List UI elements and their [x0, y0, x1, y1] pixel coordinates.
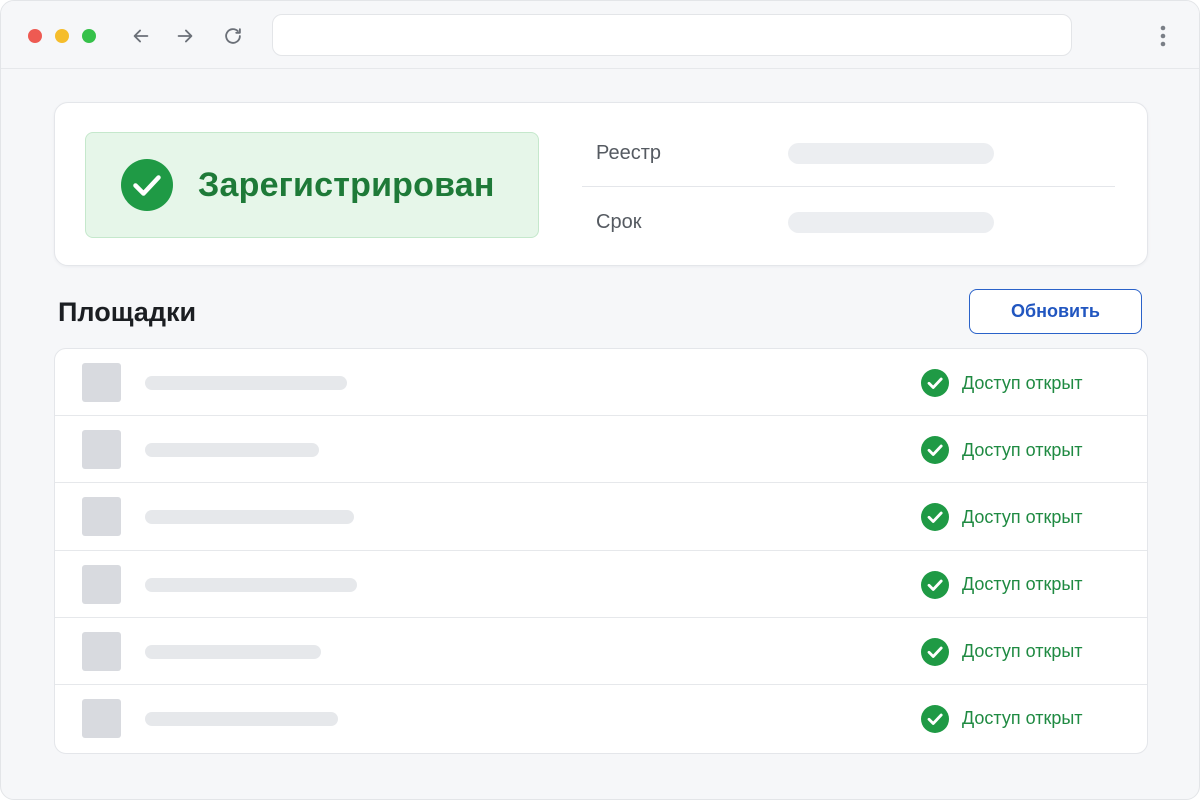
platforms-section-title: Площадки [58, 297, 197, 327]
arrow-right-icon [177, 29, 193, 43]
platform-logo-placeholder [82, 631, 121, 671]
list-item[interactable]: Доступ открыт [55, 483, 1147, 551]
list-item[interactable]: Доступ открыт [55, 416, 1147, 484]
platform-logo-placeholder [82, 564, 121, 604]
list-item[interactable]: Доступ открыт [55, 685, 1147, 752]
access-status: Доступ открыт [921, 503, 1083, 532]
check-circle-icon [921, 369, 949, 397]
platform-name-placeholder [145, 510, 354, 525]
platform-logo-placeholder [82, 698, 121, 738]
info-row-term: Срок [582, 189, 1115, 255]
platform-logo-placeholder [82, 497, 121, 537]
refresh-button[interactable]: Обновить [969, 289, 1142, 334]
reload-icon [225, 28, 241, 44]
reload-button[interactable] [220, 23, 246, 49]
browser-window: Зарегистрирован Реестр Срок Площадки Обн… [0, 0, 1200, 800]
access-status-label: Доступ открыт [962, 506, 1083, 527]
close-window-button[interactable] [28, 29, 42, 43]
platform-logo-placeholder [82, 430, 121, 470]
browser-menu-button[interactable] [1153, 22, 1173, 50]
platform-name-placeholder [145, 376, 347, 390]
browser-toolbar [1, 1, 1199, 69]
address-bar[interactable] [272, 14, 1072, 56]
info-label-registry: Реестр [596, 142, 661, 164]
maximize-window-button[interactable] [82, 29, 96, 43]
check-circle-icon [921, 570, 949, 599]
info-row-registry: Реестр [582, 121, 1115, 187]
registry-value-placeholder [788, 143, 994, 164]
status-badge: Зарегистрирован [85, 132, 539, 238]
access-status-label: Доступ открыт [962, 641, 1083, 662]
access-status: Доступ открыт [921, 570, 1083, 599]
access-status: Доступ открыт [921, 637, 1083, 666]
arrow-left-icon [133, 29, 149, 43]
registration-status-card: Зарегистрирован Реестр Срок [54, 102, 1148, 266]
platform-name-placeholder [145, 443, 319, 458]
check-circle-icon [921, 503, 949, 532]
platform-name-placeholder [145, 711, 338, 726]
check-circle-icon [921, 637, 949, 666]
check-circle-icon [121, 159, 173, 211]
platform-logo-placeholder [82, 363, 121, 402]
check-circle-icon [921, 436, 949, 465]
vertical-dots-icon [1160, 25, 1166, 47]
forward-button[interactable] [172, 23, 198, 49]
access-status-label: Доступ открыт [962, 372, 1083, 393]
access-status: Доступ открыт [921, 369, 1083, 397]
platform-name-placeholder [145, 644, 321, 659]
list-item[interactable]: Доступ открыт [55, 551, 1147, 618]
platform-name-placeholder [145, 577, 357, 592]
list-item[interactable]: Доступ открыт [55, 618, 1147, 685]
access-status: Доступ открыт [921, 704, 1083, 733]
access-status-label: Доступ открыт [962, 708, 1083, 729]
access-status: Доступ открыт [921, 436, 1083, 465]
check-circle-icon [921, 704, 949, 733]
info-label-term: Срок [596, 210, 642, 233]
access-status-label: Доступ открыт [962, 574, 1083, 595]
access-status-label: Доступ открыт [962, 439, 1083, 460]
back-button[interactable] [128, 23, 154, 49]
list-item[interactable]: Доступ открыт [55, 349, 1147, 417]
minimize-window-button[interactable] [55, 29, 69, 43]
term-value-placeholder [788, 211, 994, 233]
status-label: Зарегистрирован [198, 165, 495, 204]
platform-list: Доступ открыт Доступ открыт Доступ откры… [54, 348, 1148, 754]
